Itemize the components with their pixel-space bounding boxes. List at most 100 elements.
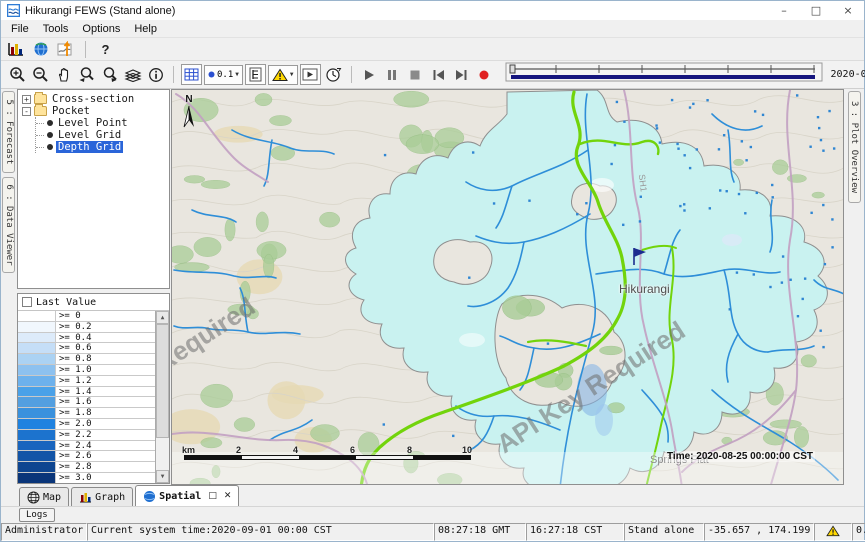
scale-bar: km 2 4 6 8 10 (182, 445, 482, 460)
play-icon (363, 69, 375, 81)
pause-button[interactable] (382, 64, 403, 85)
pan-button[interactable] (53, 64, 74, 85)
layers-icon (124, 67, 142, 83)
timeseries-edit-button[interactable] (55, 39, 76, 60)
scroll-down-icon[interactable]: ▼ (156, 470, 169, 483)
tree-node-level-grid[interactable]: Level Grid (36, 129, 169, 141)
zoom-previous-button[interactable] (76, 64, 97, 85)
legend-class-label: >= 2.2 (56, 430, 155, 440)
bullet-icon (47, 132, 53, 138)
close-button[interactable]: × (832, 1, 864, 20)
legend-row[interactable]: >= 2.6 (18, 451, 155, 462)
map-toolbar: 0.1 ▼ ▼ (1, 61, 864, 89)
tree-node-label[interactable]: Pocket (50, 105, 92, 117)
status-alerts[interactable] (814, 523, 852, 541)
legend-row[interactable]: >= 1.0 (18, 365, 155, 376)
collapse-icon[interactable]: - (22, 107, 31, 116)
maximize-button[interactable]: □ (800, 1, 832, 20)
thresholds-dropdown[interactable]: ▼ (268, 65, 298, 85)
legend-row[interactable]: >= 0.4 (18, 333, 155, 344)
zoom-out-button[interactable] (30, 64, 51, 85)
tab-map[interactable]: Map (19, 487, 69, 506)
tree-node-label-selected[interactable]: Depth Grid (56, 141, 123, 153)
class-break-dropdown[interactable]: 0.1 ▼ (204, 65, 243, 85)
menu-tools[interactable]: Tools (36, 22, 76, 36)
menu-file[interactable]: File (4, 22, 36, 36)
menu-options[interactable]: Options (75, 22, 127, 36)
question-mark-icon: ? (102, 42, 110, 57)
scale-tick-label: 8 (407, 445, 412, 455)
tree-node-label[interactable]: Level Point (56, 117, 130, 129)
tab-plot-overview[interactable]: 3 : Plot Overview (848, 91, 861, 203)
tree-node-cross-section[interactable]: + Cross-section (22, 93, 169, 105)
tree-node-depth-grid[interactable]: Depth Grid (36, 141, 169, 153)
tree-node-label[interactable]: Cross-section (50, 93, 136, 105)
expand-icon[interactable]: + (22, 95, 31, 104)
scrollbar-thumb[interactable] (156, 324, 169, 438)
tab-graph-label: Graph (95, 492, 125, 503)
legend-row[interactable]: >= 0.2 (18, 322, 155, 333)
toolbar-separator (351, 66, 352, 83)
record-button[interactable] (474, 64, 495, 85)
step-forward-button[interactable] (451, 64, 472, 85)
animation-movie-button[interactable] (300, 64, 321, 85)
right-tab-strip: 3 : Plot Overview (844, 89, 864, 485)
legend-row[interactable]: >= 1.4 (18, 387, 155, 398)
tab-forecast[interactable]: 5 : Forecast (2, 91, 15, 173)
zoom-out-icon (32, 66, 49, 83)
time-settings-button[interactable] (323, 64, 344, 85)
legend-row[interactable]: >= 0.6 (18, 343, 155, 354)
legend-row[interactable]: >= 1.6 (18, 397, 155, 408)
tab-spatial[interactable]: Spatial □ ✕ (135, 485, 239, 506)
tab-data-viewer[interactable]: 6 : Data Viewer (2, 177, 15, 273)
help-button[interactable]: ? (95, 39, 116, 60)
zoom-next-button[interactable] (99, 64, 120, 85)
last-value-label: Last Value (36, 297, 96, 308)
legend-class-label: >= 1.4 (56, 387, 155, 397)
tree-node-label[interactable]: Level Grid (56, 129, 123, 141)
info-button[interactable] (145, 64, 166, 85)
legend-row[interactable]: >= 2.4 (18, 441, 155, 452)
tab-graph[interactable]: Graph (71, 487, 133, 506)
legend-scrollbar[interactable]: ▲ ▼ (156, 311, 169, 483)
stop-button[interactable] (405, 64, 426, 85)
legend-row[interactable]: >= 0.8 (18, 354, 155, 365)
zoom-in-button[interactable] (7, 64, 28, 85)
time-slider[interactable] (505, 62, 823, 87)
legend-row[interactable]: >= 1.8 (18, 408, 155, 419)
legend-row[interactable]: >= 0 (18, 311, 155, 322)
map-display-button[interactable] (30, 39, 51, 60)
layers-button[interactable] (122, 64, 143, 85)
town-label: Hikurangi (619, 282, 670, 296)
legend-row[interactable]: >= 2.8 (18, 462, 155, 473)
play-button[interactable] (359, 64, 380, 85)
last-value-checkbox[interactable] (22, 297, 32, 307)
menu-help[interactable]: Help (127, 22, 164, 36)
legend-row[interactable]: >= 2.0 (18, 419, 155, 430)
legend-color-swatch (18, 387, 56, 397)
logs-button[interactable]: Logs (19, 508, 55, 522)
tab-restore-icon[interactable]: □ (208, 491, 217, 501)
legend-row[interactable]: >= 2.2 (18, 430, 155, 441)
record-icon (478, 69, 490, 81)
compass-arrow-icon (181, 105, 197, 129)
status-system-time: Current system time:2020-09-01 00:00 CST (87, 523, 434, 541)
dot-icon (208, 71, 215, 78)
legend-class-label: >= 2.4 (56, 441, 155, 451)
minimize-button[interactable]: – (768, 1, 800, 20)
stop-icon (409, 69, 421, 81)
tree-node-level-point[interactable]: Level Point (36, 117, 169, 129)
legend-color-swatch (18, 451, 56, 461)
step-back-button[interactable] (428, 64, 449, 85)
tab-map-label: Map (43, 492, 61, 503)
map-viewport[interactable]: N API Key Required API Key Required Hiku… (171, 89, 844, 485)
scroll-up-icon[interactable]: ▲ (156, 311, 169, 324)
tree-node-pocket[interactable]: - Pocket (22, 105, 169, 117)
longitudinal-profile-button[interactable] (245, 64, 266, 85)
legend-class-label: >= 0.6 (56, 343, 155, 353)
tab-close-icon[interactable]: ✕ (224, 491, 232, 501)
legend-row[interactable]: >= 3.0 (18, 473, 155, 483)
grid-display-button[interactable] (181, 64, 202, 85)
timeseries-dialog-button[interactable] (5, 39, 26, 60)
legend-row[interactable]: >= 1.2 (18, 376, 155, 387)
